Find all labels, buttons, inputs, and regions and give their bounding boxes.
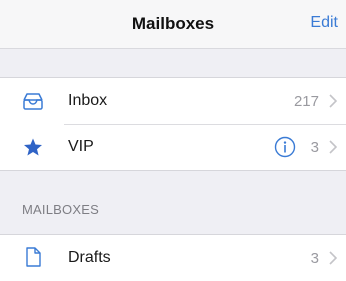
document-icon <box>26 247 41 267</box>
mailboxes-group: Drafts 3 <box>0 234 346 281</box>
list-item-label: Drafts <box>68 249 111 266</box>
page-title: Mailboxes <box>131 14 215 33</box>
chevron-right-icon <box>329 251 337 265</box>
item-count: 3 <box>310 250 319 267</box>
mailboxes-screen: Mailboxes Edit Inbox 217 VIP 3 MAILBOXES… <box>0 0 346 281</box>
inbox-tray-icon <box>23 93 43 110</box>
chevron-right-icon <box>329 94 337 108</box>
navigation-bar: Mailboxes Edit <box>0 0 346 49</box>
chevron-right-icon <box>329 140 337 154</box>
top-mailbox-group: Inbox 217 VIP 3 <box>0 77 346 170</box>
unread-count: 3 <box>310 139 319 156</box>
list-item-inbox[interactable]: Inbox 217 <box>0 78 346 124</box>
info-icon[interactable] <box>274 136 296 158</box>
star-icon <box>24 138 42 156</box>
section-spacer <box>0 49 346 77</box>
list-item-drafts[interactable]: Drafts 3 <box>0 235 346 281</box>
edit-button[interactable]: Edit <box>310 14 338 32</box>
section-header-mailboxes: MAILBOXES <box>22 202 99 217</box>
list-item-label: VIP <box>68 138 94 155</box>
list-item-vip[interactable]: VIP 3 <box>0 124 346 170</box>
list-item-label: Inbox <box>68 92 108 109</box>
unread-count: 217 <box>293 93 319 110</box>
